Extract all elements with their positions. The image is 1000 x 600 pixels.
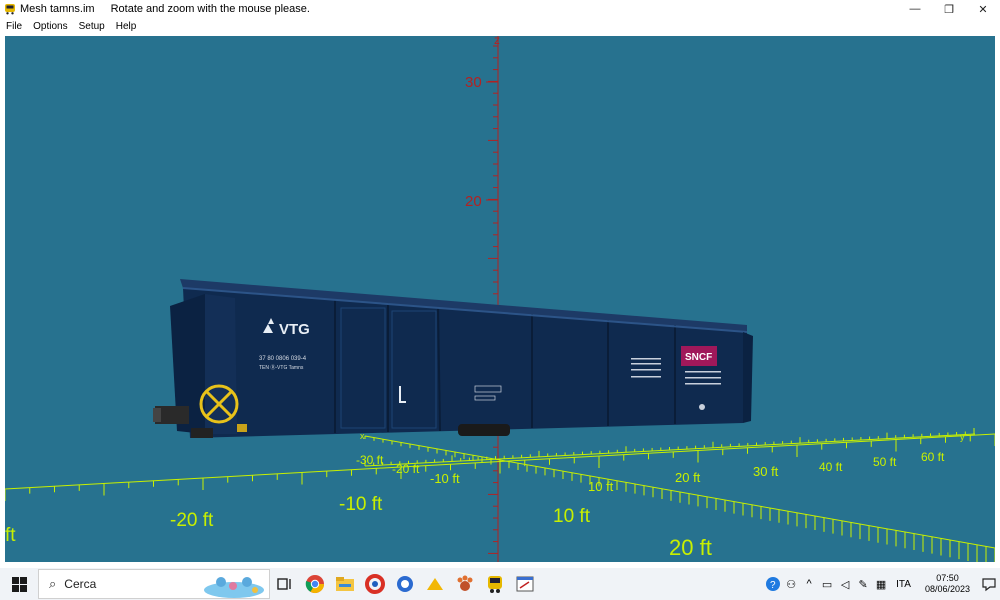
search-placeholder: Cerca xyxy=(64,577,97,591)
pen-icon[interactable]: ✎ xyxy=(854,578,872,591)
z-axis-letter: z xyxy=(494,36,500,47)
front-ruler-label: -20 ft xyxy=(170,510,214,531)
app-train-icon xyxy=(5,4,15,15)
wagon-type: TEN Ⓡ-VTG Tamns xyxy=(259,364,304,371)
sncf-logo: SNCF xyxy=(681,346,717,366)
front-ruler-label: 20 ft xyxy=(669,535,712,560)
app-yellow-icon[interactable] xyxy=(421,568,449,600)
start-button[interactable] xyxy=(0,568,38,600)
help-icon[interactable]: ? xyxy=(764,576,782,592)
y-ruler-label: 10 ft xyxy=(588,479,614,494)
menu-help[interactable]: Help xyxy=(116,21,137,32)
ruler-labels: x y -30 ft -20 ft -10 ft 10 ft 20 ft 30 … xyxy=(5,431,965,560)
wagon-number: 37 80 0806 039-4 xyxy=(259,356,307,362)
app-train-icon[interactable] xyxy=(481,568,509,600)
freight-wagon-model: VTG 37 80 0806 039-4 TEN Ⓡ-VTG Tamns SNC… xyxy=(153,279,753,438)
y-ruler-label: -10 ft xyxy=(430,471,460,486)
3d-viewport[interactable]: z 30 20 VTG 37 80 0806 039-4 TEN Ⓡ-VTG T… xyxy=(5,36,995,562)
app-paw-icon[interactable] xyxy=(451,568,479,600)
window-title: Mesh tamns.im xyxy=(20,3,95,15)
y-ruler-label: 30 ft xyxy=(753,464,779,479)
z-tick-label: 30 xyxy=(465,74,482,91)
z-axis: z 30 20 xyxy=(465,36,500,562)
svg-text:?: ? xyxy=(770,580,776,591)
sncf-text: SNCF xyxy=(685,352,712,363)
front-ruler-label: -10 ft xyxy=(339,494,383,515)
clock[interactable]: 07:50 08/06/2023 xyxy=(925,573,970,595)
search-box[interactable]: ⌕ Cerca xyxy=(38,569,270,599)
y-ruler-label: -30 ft xyxy=(356,453,384,467)
menu-options[interactable]: Options xyxy=(33,21,67,32)
volume-icon[interactable]: ◁ xyxy=(836,578,854,591)
menu-file[interactable]: File xyxy=(6,21,22,32)
notification-icon[interactable] xyxy=(978,568,1000,600)
menu-bar: File Options Setup Help xyxy=(0,18,1000,34)
y-ruler-label: 20 ft xyxy=(675,470,701,485)
ground-grid xyxy=(5,428,995,562)
restore-button[interactable]: ❐ xyxy=(932,0,966,18)
y-ruler-label: 60 ft xyxy=(921,450,945,464)
people-icon[interactable]: ⚇ xyxy=(782,578,800,591)
taskbar: ⌕ Cerca ? ⚇ ^ ▭ ◁ ✎ ▦ ITA 07:50 08/06/20… xyxy=(0,568,1000,600)
front-ruler-label: 10 ft xyxy=(553,506,591,527)
x-axis-letter: x xyxy=(360,431,365,441)
search-icon: ⌕ xyxy=(49,576,57,591)
clock-date: 08/06/2023 xyxy=(924,584,970,594)
task-view-icon[interactable] xyxy=(271,568,299,600)
window-hint: Rotate and zoom with the mouse please. xyxy=(110,3,310,15)
network-icon[interactable]: ▭ xyxy=(818,578,836,591)
windows-icon xyxy=(11,576,27,592)
y-axis-letter: y xyxy=(960,432,965,442)
close-button[interactable]: ✕ xyxy=(966,0,1000,18)
app-blue-icon[interactable] xyxy=(391,568,419,600)
edge-ruler-label: ft xyxy=(5,525,16,546)
system-tray: ? ⚇ ^ ▭ ◁ ✎ ▦ ITA 07:50 08/06/2023 xyxy=(764,568,1000,600)
chrome-icon[interactable] xyxy=(301,568,329,600)
minimize-button[interactable]: — xyxy=(898,0,932,18)
y-ruler-label: -20 ft xyxy=(392,462,420,476)
scene-canvas[interactable]: z 30 20 VTG 37 80 0806 039-4 TEN Ⓡ-VTG T… xyxy=(5,36,995,562)
vtg-brand-text: VTG xyxy=(279,321,310,338)
language-indicator[interactable]: ITA xyxy=(896,579,911,590)
menu-setup[interactable]: Setup xyxy=(79,21,105,32)
keyboard-icon[interactable]: ▦ xyxy=(872,578,890,591)
search-highlight-art-icon xyxy=(204,577,264,598)
y-ruler-label: 40 ft xyxy=(819,460,843,474)
clock-time: 07:50 xyxy=(936,573,959,583)
z-tick-label: 20 xyxy=(465,193,482,210)
file-explorer-icon[interactable] xyxy=(331,568,359,600)
app-editor-icon[interactable] xyxy=(511,568,539,600)
app-red-swirl-icon[interactable] xyxy=(361,568,389,600)
y-ruler-label: 50 ft xyxy=(873,455,897,469)
title-bar: Mesh tamns.im Rotate and zoom with the m… xyxy=(0,0,1000,18)
chevron-up-icon[interactable]: ^ xyxy=(800,578,818,590)
